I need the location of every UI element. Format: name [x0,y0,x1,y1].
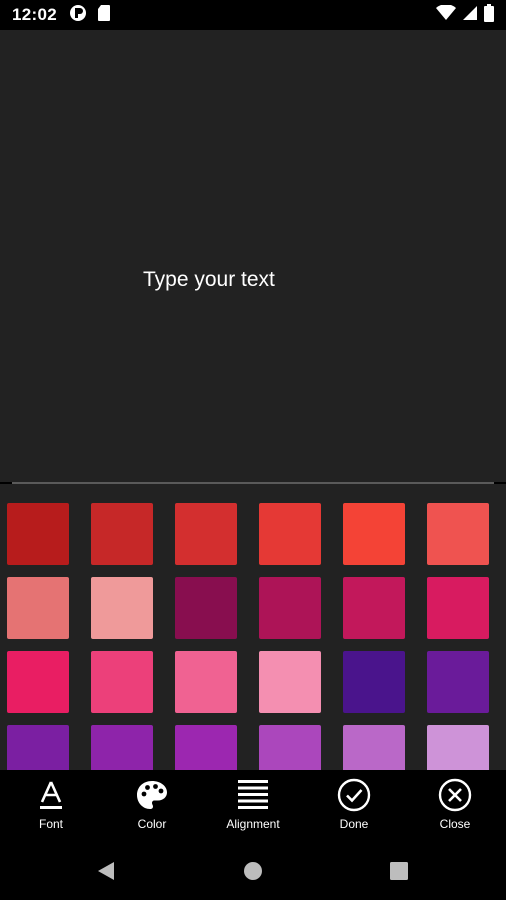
color-swatch[interactable] [7,725,69,770]
color-swatch[interactable] [427,651,489,713]
recents-icon[interactable] [390,862,408,885]
color-swatch[interactable] [427,503,489,565]
navigation-bar [0,841,506,900]
color-swatch[interactable] [343,577,405,639]
palette-icon [136,778,168,812]
color-swatch[interactable] [259,577,321,639]
font-label: Font [38,817,63,831]
font-button[interactable]: Font [1,770,101,841]
color-swatch[interactable] [91,651,153,713]
bottom-toolbar: Font Color Alignment Done Close [0,770,506,841]
font-icon [38,778,64,812]
close-label: Close [439,817,471,831]
wifi-icon [436,3,456,26]
color-swatch[interactable] [343,503,405,565]
app-notification-icon [69,4,87,27]
status-time: 12:02 [12,5,57,24]
color-swatch[interactable] [91,503,153,565]
status-bar: 12:02 [0,0,506,30]
done-button[interactable]: Done [304,770,404,841]
color-swatch[interactable] [175,577,237,639]
color-swatch[interactable] [7,503,69,565]
color-swatch[interactable] [91,577,153,639]
color-swatch[interactable] [175,503,237,565]
sd-card-icon [97,4,111,27]
color-swatch[interactable] [427,725,489,770]
text-canvas[interactable]: Type your text [0,30,506,482]
color-swatch[interactable] [7,577,69,639]
signal-icon [462,5,478,26]
done-label: Done [339,817,369,831]
home-icon[interactable] [244,862,262,885]
close-button[interactable]: Close [405,770,505,841]
color-swatch[interactable] [259,503,321,565]
alignment-label: Alignment [226,817,280,831]
color-swatch[interactable] [259,725,321,770]
check-circle-icon [337,778,371,812]
color-swatch[interactable] [259,651,321,713]
color-palette[interactable] [0,484,506,770]
canvas-text[interactable]: Type your text [143,268,275,292]
back-icon[interactable] [96,861,116,886]
color-swatch[interactable] [91,725,153,770]
alignment-icon [238,778,268,812]
color-swatch[interactable] [7,651,69,713]
color-swatch[interactable] [343,651,405,713]
color-swatch[interactable] [175,725,237,770]
close-circle-icon [438,778,472,812]
color-label: Color [137,817,167,831]
color-swatch[interactable] [175,651,237,713]
battery-icon [484,3,494,27]
color-swatch[interactable] [343,725,405,770]
alignment-button[interactable]: Alignment [203,770,303,841]
color-swatch[interactable] [427,577,489,639]
color-button[interactable]: Color [102,770,202,841]
